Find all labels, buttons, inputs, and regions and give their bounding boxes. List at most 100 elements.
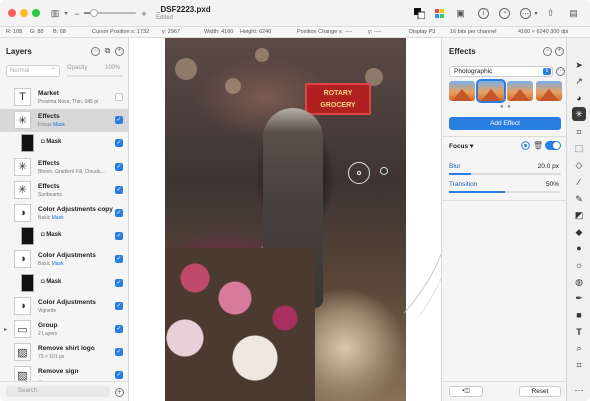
mask-link[interactable]: Mask <box>52 261 64 267</box>
layer-visibility-checkbox[interactable]: ✓ <box>115 348 123 357</box>
select-tool-icon[interactable]: ⬚ <box>572 141 586 155</box>
retouch-tool-icon[interactable]: ● <box>572 241 586 255</box>
reset-button[interactable]: Reset <box>519 386 561 397</box>
layer-visibility-checkbox[interactable]: ✓ <box>115 116 123 125</box>
layers-add-icon[interactable]: + <box>115 47 124 56</box>
mask-row[interactable]: Mask ✓ <box>0 132 128 155</box>
effect-preset-thumbnail-selected[interactable] <box>476 79 506 103</box>
adjust-icon[interactable]: ◔ <box>499 8 510 19</box>
close-window-button[interactable] <box>8 9 16 17</box>
dodge-tool-icon[interactable]: ☼ <box>572 258 586 272</box>
layer-row[interactable]: ▸ ▭ Group 2 Layers ✓ <box>0 318 128 341</box>
layer-row[interactable]: ✳ Effects Sunbeams ✓ <box>0 179 128 202</box>
focus-transition-handle[interactable] <box>380 167 388 175</box>
layer-visibility-checkbox[interactable]: ✓ <box>115 209 123 217</box>
layer-visibility-checkbox[interactable] <box>115 93 123 101</box>
move-tool-icon[interactable]: ➤ <box>572 58 586 72</box>
layer-visibility-checkbox[interactable]: ✓ <box>115 255 123 264</box>
more-chevron-icon[interactable]: ▾ <box>532 7 540 20</box>
zoom-window-button[interactable] <box>32 9 40 17</box>
page-dots[interactable]: ● ● <box>500 104 512 110</box>
paint-bucket-icon[interactable]: ◆ <box>572 225 586 239</box>
blur-value[interactable]: 20.0 px <box>538 163 559 170</box>
blur-tool-icon[interactable]: ◍ <box>572 275 586 289</box>
focus-target-icon[interactable] <box>521 141 530 150</box>
group-disclosure-icon[interactable]: ▸ <box>4 326 7 333</box>
zoom-in-button[interactable]: + <box>140 7 148 20</box>
category-more-icon[interactable]: ⋯ <box>556 67 565 76</box>
mask-link[interactable]: Mask <box>52 215 64 221</box>
share-icon[interactable]: ⇧ <box>545 7 556 20</box>
effects-minus-icon[interactable]: − <box>543 47 552 56</box>
photo[interactable]: ROTARY GROCERY <box>165 38 406 401</box>
layer-visibility-checkbox[interactable]: ✓ <box>115 185 123 194</box>
mask-row[interactable]: Mask ✓ <box>0 225 128 248</box>
color-picker-icon[interactable] <box>413 7 426 20</box>
lasso-tool-icon[interactable]: ◇ <box>572 158 586 172</box>
effect-category-select[interactable]: Photographic ⇕ <box>449 66 553 77</box>
layer-visibility-checkbox[interactable]: ✓ <box>115 139 123 148</box>
effects-add-icon[interactable]: + <box>555 47 564 56</box>
pen-tool-icon[interactable]: ⁄ <box>572 175 586 189</box>
focus-effect-title[interactable]: Focus ▾ <box>449 142 473 150</box>
layer-visibility-checkbox[interactable]: ✓ <box>115 232 123 241</box>
effect-preset-thumbnail[interactable] <box>449 81 475 101</box>
layer-row[interactable]: ✳ Effects Focus Mask ✓ <box>0 109 128 133</box>
shape-tool-icon[interactable]: ■ <box>572 308 586 322</box>
crop-tool-icon[interactable]: ⌗ <box>572 125 586 139</box>
layer-visibility-checkbox[interactable]: ✓ <box>115 371 123 380</box>
canvas[interactable]: ROTARY GROCERY <box>129 38 459 401</box>
focus-center-handle[interactable] <box>357 171 361 175</box>
color-adjust-tool-icon[interactable]: ◕ <box>572 91 586 105</box>
zoom-out-button[interactable]: − <box>73 7 81 20</box>
minimize-window-button[interactable] <box>20 9 28 17</box>
layer-row[interactable]: ▨ Remove shirt logo 73 × 101 px ✓ <box>0 341 128 364</box>
mask-thumbnail <box>21 273 34 292</box>
chevron-down-icon[interactable]: ▾ <box>62 7 70 20</box>
layers-minus-icon[interactable]: − <box>91 47 100 56</box>
layer-visibility-checkbox[interactable]: ✓ <box>115 325 123 333</box>
trash-icon[interactable]: 🗑 <box>533 141 543 150</box>
zoom-slider[interactable] <box>84 9 136 17</box>
layer-row[interactable]: ◑ Color Adjustments copy Basic Mask ✓ <box>0 202 128 225</box>
info-icon[interactable]: i <box>478 8 489 19</box>
transition-slider[interactable] <box>449 191 561 193</box>
layer-row[interactable]: ◑ Color Adjustments Basic Mask ✓ <box>0 248 128 271</box>
layer-row[interactable]: ✳ Effects Bloom, Gradient Fill, Clouds,...… <box>0 156 128 179</box>
layer-visibility-checkbox[interactable]: ✓ <box>115 278 123 287</box>
layer-search-input[interactable]: Search <box>6 386 110 397</box>
compare-button[interactable]: ▪◫ <box>449 386 483 397</box>
mask-link[interactable]: Mask <box>53 122 65 128</box>
effect-preset-thumbnail[interactable] <box>536 81 562 101</box>
brush-tool-icon[interactable]: ✎ <box>572 192 586 206</box>
image-mode-icon[interactable]: ▣ <box>454 7 467 20</box>
arrange-tool-icon[interactable]: ↗ <box>572 74 586 88</box>
layers-stack-icon[interactable]: ⧉ <box>103 47 112 56</box>
add-layer-button[interactable]: + <box>115 388 124 397</box>
color-grid-icon[interactable] <box>434 7 445 20</box>
opacity-value[interactable]: 100% <box>105 65 120 71</box>
zoom-tool-icon[interactable]: ⌕ <box>572 341 586 355</box>
inspector-toggle-icon[interactable]: ▤ <box>567 7 580 20</box>
more-options-icon[interactable]: ⋯ <box>520 8 531 19</box>
add-effect-button[interactable]: Add Effect <box>449 117 561 130</box>
layer-visibility-checkbox[interactable]: ✓ <box>115 301 123 310</box>
effect-preset-thumbnail[interactable] <box>507 81 533 101</box>
transition-value[interactable]: 50% <box>546 181 559 188</box>
type-tool-icon[interactable]: T <box>572 325 586 339</box>
effects-tool-icon[interactable]: ✳ <box>572 107 586 121</box>
blend-mode-select[interactable]: Normal ⌃ <box>6 65 60 77</box>
sidebar-toggle-icon[interactable]: ▥ <box>48 7 62 20</box>
vector-pen-icon[interactable]: ✒ <box>572 291 586 305</box>
mask-row[interactable]: Mask ✓ <box>0 272 128 295</box>
focus-enabled-toggle[interactable] <box>545 141 561 150</box>
layer-row[interactable]: T Market Proxima Nova, Thin, 945 pt <box>0 86 128 109</box>
eraser-tool-icon[interactable]: ◩ <box>572 208 586 222</box>
layer-row[interactable]: ◑ Color Adjustments Vignette ✓ <box>0 295 128 318</box>
blur-slider[interactable] <box>449 173 561 175</box>
more-tools-icon[interactable]: ⋯ <box>572 383 586 397</box>
layer-visibility-checkbox[interactable]: ✓ <box>115 162 123 171</box>
crop-canvas-icon[interactable]: ⌗ <box>572 358 586 372</box>
zoom-slider-knob[interactable] <box>90 9 99 17</box>
opacity-slider[interactable] <box>67 75 123 77</box>
